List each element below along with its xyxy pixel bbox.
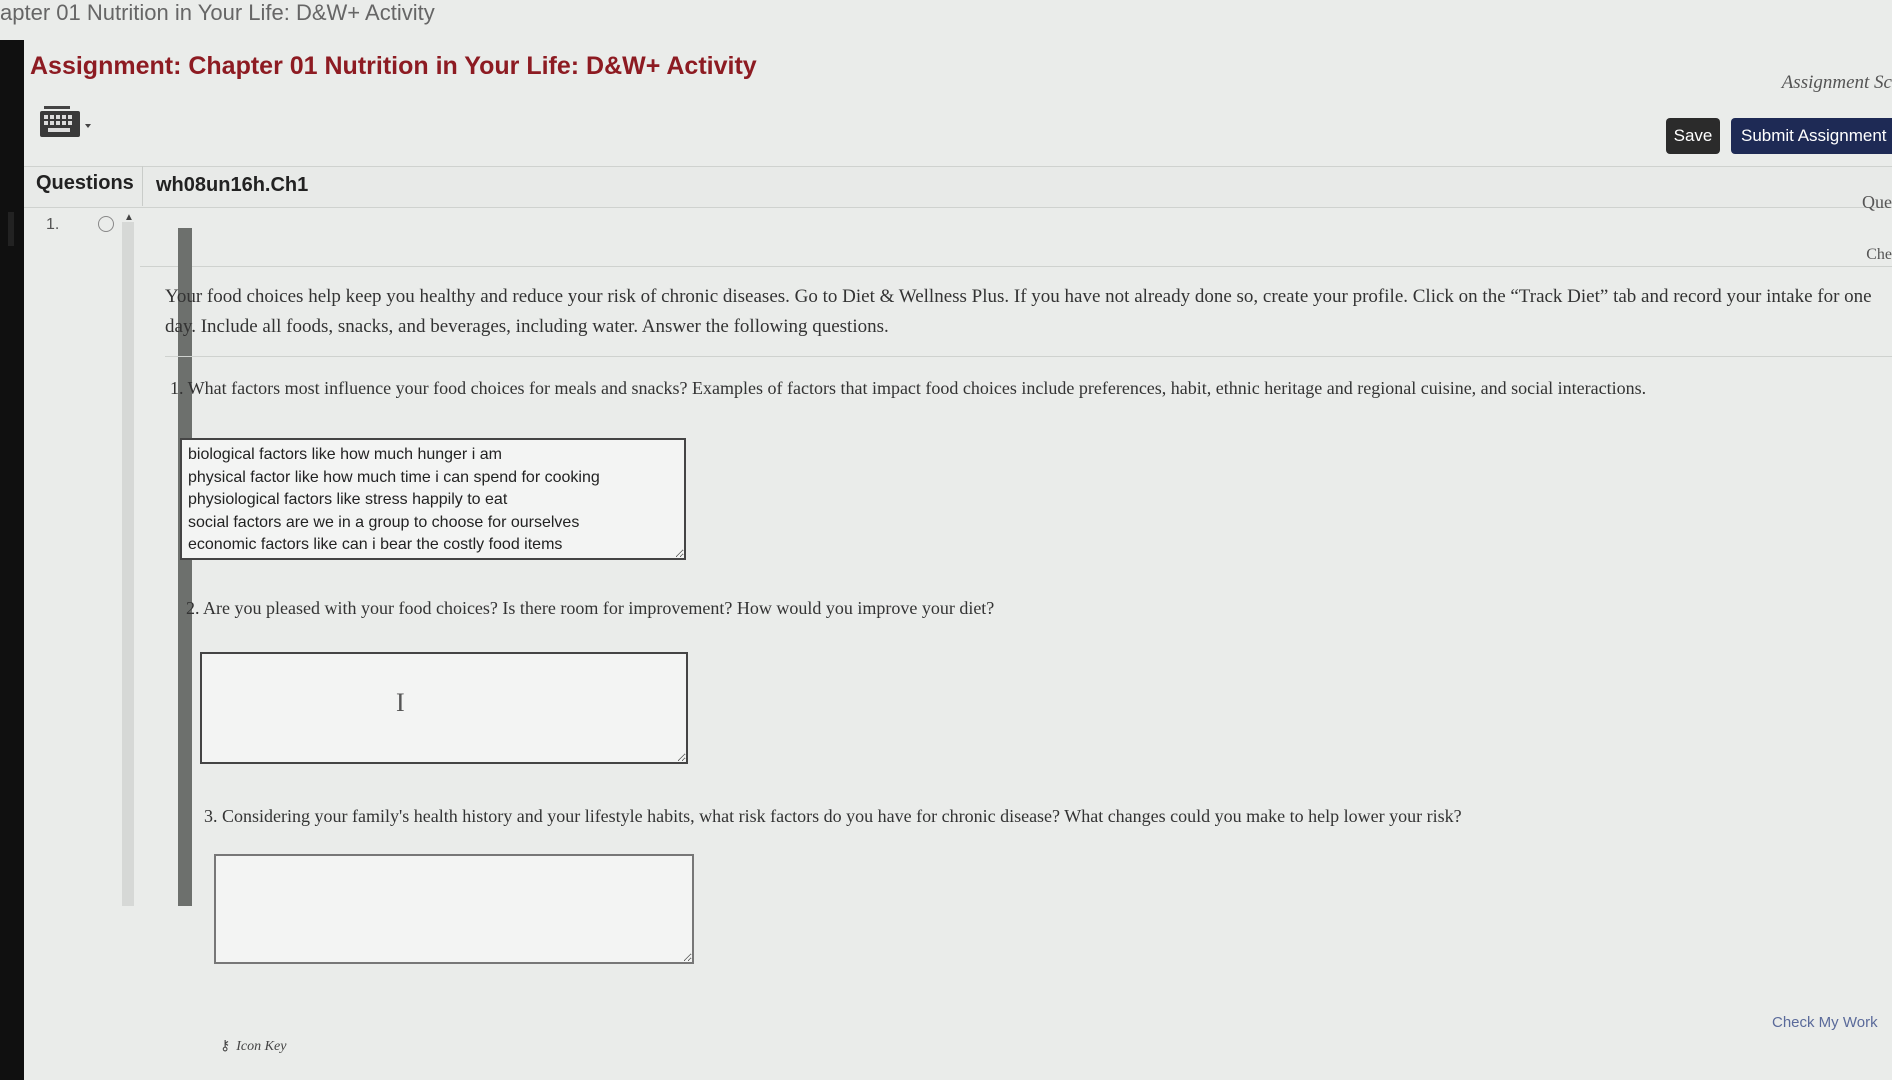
answer-textarea-1[interactable]: biological factors like how much hunger … (180, 438, 686, 560)
tab-question-right[interactable]: Que (1862, 192, 1892, 213)
scrollbar-track[interactable] (122, 222, 134, 906)
left-edge (0, 40, 24, 1080)
page: apter 01 Nutrition in Your Life: D&W+ Ac… (0, 0, 1892, 1080)
assignment-score-link[interactable]: Assignment Sc (1782, 72, 1892, 94)
current-question-marker (8, 212, 14, 246)
icon-key-label: Icon Key (236, 1039, 287, 1054)
question-panel-header (140, 222, 1892, 267)
text-cursor-icon: I (396, 688, 405, 717)
question-id: wh08un16h.Ch1 (156, 174, 309, 196)
browser-tab-title[interactable]: apter 01 Nutrition in Your Life: D&W+ Ac… (0, 0, 435, 26)
assignment-title: Assignment: Chapter 01 Nutrition in Your… (30, 52, 757, 80)
question-prompt-2: 2. Are you pleased with your food choice… (186, 598, 995, 618)
tab-questions[interactable]: Questions (36, 172, 134, 195)
question-prompt-1: 1. What factors most influence your food… (170, 378, 1647, 398)
answer-textarea-3[interactable] (214, 854, 694, 964)
question-nav-item-1[interactable]: 1. (46, 216, 59, 234)
submit-assignment-button[interactable]: Submit Assignment (1731, 118, 1892, 154)
keyboard-icon[interactable] (40, 106, 96, 138)
circle-outline-icon (98, 216, 114, 232)
tab-divider (142, 166, 143, 206)
save-button[interactable]: Save (1666, 118, 1720, 154)
question-intro: Your food choices help keep you healthy … (165, 286, 1872, 337)
check-my-work-button[interactable]: Check My Work (1772, 1014, 1878, 1031)
key-icon: ⚷ (220, 1039, 231, 1054)
divider (165, 356, 1892, 357)
answer-textarea-2[interactable] (200, 652, 688, 764)
question-prompt-3: 3. Considering your family's health hist… (204, 806, 1462, 826)
icon-key-link[interactable]: ⚷ Icon Key (220, 1038, 286, 1055)
